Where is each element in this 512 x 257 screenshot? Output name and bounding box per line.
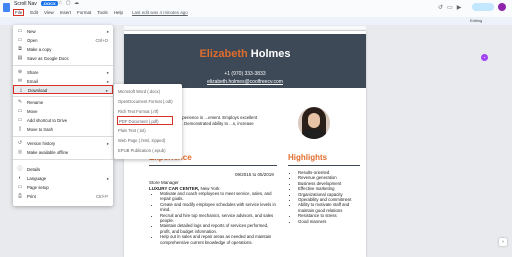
menu-divider: [13, 65, 113, 66]
resume-name: Elizabeth Holmes: [124, 48, 366, 60]
file-menu: ▭ New ▸ ▭ Open Ctrl+O ⧉ Make a copy ▤ Save as …: [13, 25, 113, 206]
last-name: Holmes: [250, 48, 291, 60]
list-item: Help out in sales and repair areas as ne…: [160, 234, 280, 245]
folder-icon: ▭: [17, 37, 23, 43]
file-menu-language[interactable]: ◐ Language ▸: [13, 174, 113, 183]
list-item: Maintain detailed logs and reports of se…: [160, 223, 280, 234]
job-role: Store Manager: [149, 180, 179, 185]
file-menu-save-as-docs[interactable]: ▤ Save as Google Docs: [13, 54, 113, 63]
list-item: Recruit and hire top mechanics, service …: [160, 213, 280, 224]
menu-edit[interactable]: Edit: [30, 10, 38, 15]
list-item: Ability to motivate staff and maintain g…: [298, 202, 366, 213]
list-item: Good manners: [298, 219, 366, 224]
page-icon: ▭: [17, 184, 23, 190]
file-menu-rename[interactable]: ✎ Rename: [13, 98, 113, 107]
menu-format[interactable]: Format: [77, 10, 91, 15]
file-menu-copy[interactable]: ⧉ Make a copy: [13, 45, 113, 54]
history-icon: ↺: [17, 140, 23, 146]
menu-tools[interactable]: Tools: [97, 10, 108, 15]
download-epub[interactable]: EPUB Publication (.epub): [114, 146, 182, 155]
menu-divider: [13, 96, 113, 97]
info-icon: ⓘ: [17, 166, 23, 172]
title-icons[interactable]: ☆ ▢ ☁: [58, 0, 80, 6]
trash-icon: ▯: [18, 126, 22, 132]
file-menu-trash[interactable]: ▯ Move to trash: [13, 125, 113, 134]
copy-icon: ⧉: [18, 46, 22, 52]
share-button[interactable]: [472, 3, 494, 11]
download-rtf[interactable]: Rich Text Format (.rtf): [114, 107, 182, 116]
new-doc-icon: ▭: [17, 28, 23, 34]
file-menu-print[interactable]: ⎙ Print Ctrl+P: [13, 192, 113, 201]
top-right-icons: ↺ ▭ ▶: [438, 4, 461, 11]
first-name: Elizabeth: [199, 48, 248, 60]
docs-icon[interactable]: [3, 3, 10, 12]
editing-mode-dropdown[interactable]: Editing: [470, 18, 482, 23]
file-menu-open[interactable]: ▭ Open Ctrl+O: [13, 36, 113, 45]
highlights-divider: [288, 165, 360, 166]
menu-divider: [13, 159, 113, 160]
resume-header: Elizabeth Holmes +1 (970) 333-3833 eliza…: [124, 34, 366, 88]
file-menu-offline[interactable]: ◎ Make available offline: [13, 148, 113, 157]
document-title[interactable]: Scroll Nav: [14, 1, 37, 7]
shortcut-icon: ▭: [17, 117, 23, 123]
history-icon[interactable]: ↺: [438, 4, 443, 11]
menu-bar: File Edit View Insert Format Tools Help …: [13, 9, 188, 16]
menu-insert[interactable]: Insert: [60, 10, 71, 15]
download-pdf[interactable]: PDF Document (.pdf): [117, 116, 173, 125]
globe-icon: ◐: [18, 175, 22, 181]
menu-file[interactable]: File: [13, 9, 25, 16]
file-menu-download[interactable]: ⤓ Download ▸: [13, 85, 113, 94]
file-type-badge: .DOCX: [41, 1, 58, 6]
menu-help[interactable]: Help: [114, 10, 123, 15]
download-odt[interactable]: OpenDocument Format (.odt): [114, 97, 182, 106]
avatar[interactable]: [498, 3, 506, 11]
experience-divider: [149, 165, 277, 166]
meet-icon[interactable]: ▶: [457, 4, 462, 11]
file-menu-details[interactable]: ⓘ Details: [13, 165, 113, 174]
menu-view[interactable]: View: [44, 10, 54, 15]
offline-icon: ◎: [17, 149, 23, 155]
file-menu-page-setup[interactable]: ▭ Page setup: [13, 183, 113, 192]
resume-phone: +1 (970) 333-3833: [224, 71, 266, 77]
file-menu-version-history[interactable]: ↺ Version history ▸: [13, 139, 113, 148]
move-icon: ▭: [17, 108, 23, 114]
share-icon: ⊕: [17, 69, 23, 75]
download-txt[interactable]: Plain Text (.txt): [114, 126, 182, 135]
comment-icon[interactable]: ▭: [447, 4, 453, 11]
toolbar: [0, 17, 512, 25]
profile-photo: [298, 107, 330, 139]
rename-icon: ✎: [17, 99, 23, 105]
file-menu-new[interactable]: ▭ New ▸: [13, 27, 113, 36]
menu-divider: [13, 136, 113, 137]
download-docx[interactable]: Microsoft Word (.docx): [114, 87, 182, 96]
explore-icon[interactable]: ›: [499, 238, 507, 246]
file-menu-move[interactable]: ▭ Move: [13, 107, 113, 116]
download-submenu: Microsoft Word (.docx) OpenDocument Form…: [114, 84, 182, 159]
last-edit-link[interactable]: Last edit was 4 minutes ago: [132, 10, 188, 15]
file-menu-share[interactable]: ⊕ Share ▸: [13, 68, 113, 77]
job-bullets: Motivate and coach employees to meet ser…: [152, 191, 280, 245]
print-icon: ⎙: [17, 193, 22, 199]
file-menu-add-shortcut[interactable]: ▭ Add shortcut to Drive: [13, 116, 113, 125]
list-item: Motivate and coach employees to meet ser…: [160, 191, 280, 202]
highlights-heading: Highlights: [288, 153, 328, 162]
download-icon: ⤓: [19, 87, 23, 93]
download-html[interactable]: Web Page (.html, zipped): [114, 136, 182, 145]
job-dates: 09/2015 to 05/2019: [235, 172, 274, 177]
highlights-list: Results-oriented Revenue generation Busi…: [290, 170, 366, 224]
list-item: Create and modify employee schedules wit…: [160, 202, 280, 213]
docs-icon: ▤: [17, 55, 23, 61]
add-comment-icon[interactable]: +: [481, 54, 488, 61]
